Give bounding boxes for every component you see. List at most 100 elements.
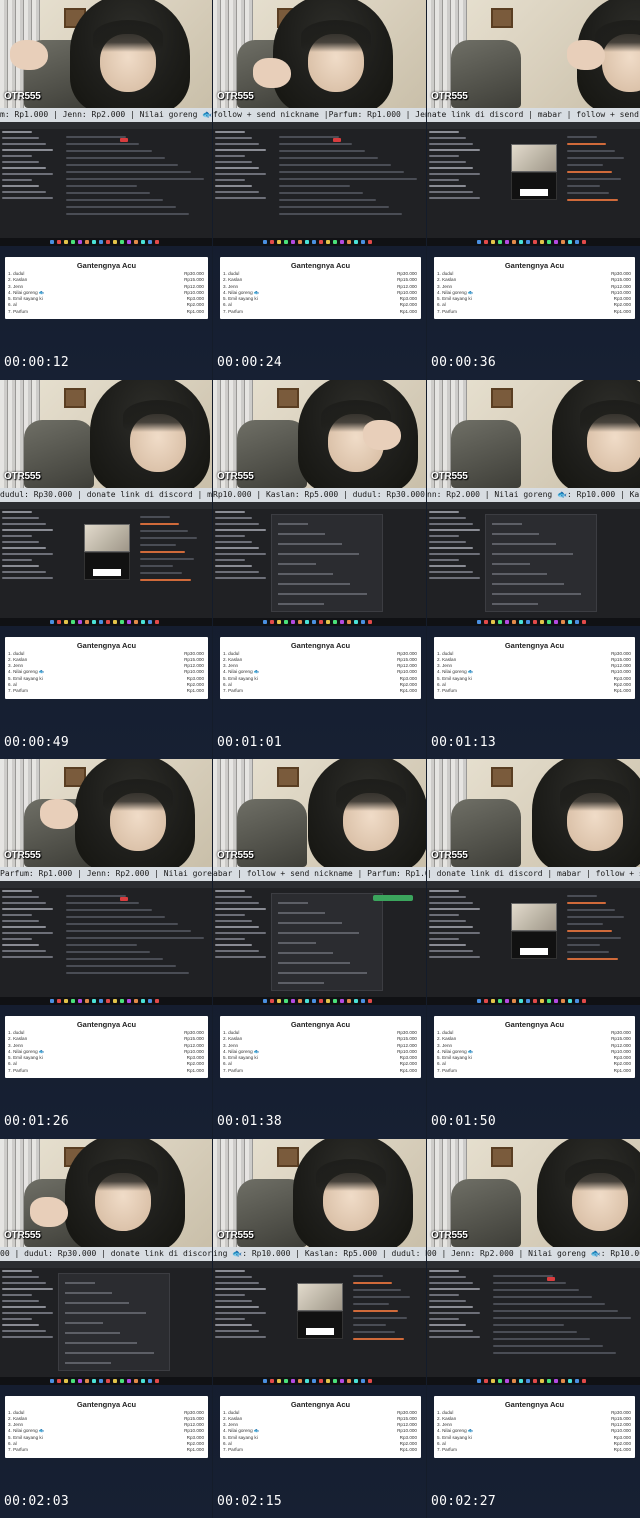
taskbar: [427, 997, 640, 1005]
donor-name: 5. Emil sayang ki: [8, 1055, 43, 1061]
ticker-text: follow + send nickname |Parfum: Rp1.000 …: [213, 110, 426, 119]
leaderboard-row: 7. Parfum Rp1.000: [220, 688, 421, 694]
stream-preview: [511, 144, 557, 172]
bangs-shape: [316, 1158, 386, 1191]
donor-name: 2. Kaslan: [223, 277, 243, 283]
donor-name: 2. Kaslan: [437, 277, 457, 283]
leaderboard-rows: 1. dudul Rp30.000 2. Kaslan Rp15.000 3. Jenn…: [5, 271, 208, 315]
taskbar-app-icon: [71, 999, 75, 1003]
taskbar: [213, 617, 426, 626]
taskbar-app-icon: [127, 1378, 131, 1383]
leaderboard-row: 7. Parfum Rp1.000: [434, 1068, 635, 1074]
hand-shape: [363, 419, 401, 450]
taskbar-app-icon: [340, 1378, 344, 1383]
hand-shape: [30, 1196, 68, 1227]
donor-name: 3. Jenn: [437, 283, 453, 289]
webcam-frame: OTR555: [213, 1138, 426, 1247]
donor-name: 1. dudul: [223, 271, 240, 276]
channel-watermark: OTR555: [431, 1229, 468, 1241]
donor-name: 4. Nilai goreng 🐟: [223, 669, 260, 675]
bangs-shape: [123, 399, 193, 432]
taskbar-app-icon: [505, 1378, 509, 1383]
taskbar-app-icon: [319, 1378, 323, 1383]
taskbar-app-icon: [547, 619, 551, 624]
donor-name: 4. Nilai goreng 🐟: [8, 1048, 45, 1054]
app-sidebar: [429, 131, 489, 221]
donor-name: 1. dudul: [223, 1409, 240, 1415]
frame-timestamp: 00:02:03: [4, 1493, 70, 1509]
live-indicator: [547, 1276, 555, 1281]
donation-ticker: abar | follow + send nickname | Parfum: …: [213, 867, 426, 881]
taskbar-app-icon: [312, 999, 316, 1003]
wall-picture-decor: [491, 1146, 513, 1167]
app-sidebar: [215, 510, 275, 601]
donor-name: 2. Kaslan: [437, 1415, 457, 1421]
taskbar: [213, 238, 426, 246]
wall-picture-decor: [64, 387, 86, 408]
donor-name: 2. Kaslan: [437, 1036, 457, 1042]
taskbar-app-icon: [319, 619, 323, 624]
taskbar-app-icon: [333, 240, 337, 244]
donor-name: 3. Jenn: [223, 283, 239, 289]
taskbar-app-icon: [547, 999, 551, 1003]
donor-name: 3. Jenn: [8, 663, 24, 669]
taskbar-app-icon: [533, 1378, 537, 1383]
taskbar-app-icon: [291, 619, 295, 624]
donor-name: 4. Nilai goreng 🐟: [437, 289, 474, 295]
live-indicator: [120, 138, 128, 142]
leaderboard-title: Gantengnya Acu: [504, 261, 565, 270]
taskbar-app-icon: [106, 240, 110, 244]
donation-ticker: nate link di discord | mabar | follow + …: [427, 108, 640, 122]
app-sidebar: [429, 1269, 489, 1360]
taskbar: [427, 1376, 640, 1385]
donation-amount: Rp1.000: [399, 1447, 417, 1453]
donor-name: 1. dudul: [437, 650, 454, 656]
taskbar-app-icon: [113, 999, 117, 1003]
donor-name: 5. Emil sayang ki: [437, 675, 472, 681]
donor-name: 1. dudul: [223, 650, 240, 656]
taskbar-app-icon: [148, 619, 152, 624]
taskbar-app-icon: [64, 619, 68, 624]
donation-amount: Rp1.000: [613, 1447, 631, 1453]
taskbar-app-icon: [368, 999, 372, 1003]
donor-name: 3. Jenn: [223, 663, 239, 669]
taskbar: [0, 1376, 212, 1385]
leaderboard-title: Gantengnya Acu: [76, 261, 137, 270]
donor-name: 7. Parfum: [8, 1067, 28, 1073]
donor-name: 7. Parfum: [223, 688, 243, 694]
channel-watermark: OTR555: [431, 850, 468, 861]
taskbar-app-icon: [277, 240, 281, 244]
taskbar-app-icon: [127, 240, 131, 244]
taskbar-app-icon: [134, 1378, 138, 1383]
taskbar-app-icon: [361, 619, 365, 624]
taskbar-app-icon: [484, 999, 488, 1003]
bangs-shape: [580, 399, 640, 432]
frame-timestamp: 00:00:49: [4, 734, 70, 750]
taskbar-app-icon: [526, 619, 530, 624]
donor-name: 1. dudul: [8, 650, 25, 656]
taskbar-app-icon: [277, 1378, 281, 1383]
desktop-screen-capture: [427, 122, 640, 246]
taskbar-app-icon: [361, 240, 365, 244]
desktop-screen-capture: [0, 122, 212, 246]
taskbar-app-icon: [134, 619, 138, 624]
taskbar-app-icon: [575, 619, 579, 624]
overlay-preview: [84, 551, 130, 580]
taskbar-app-icon: [498, 240, 502, 244]
stream-preview: [84, 523, 130, 552]
leaderboard-card: Gantengnya Acu 1. dudul Rp30.000 2. Kaslan…: [5, 257, 208, 319]
channel-watermark: OTR555: [431, 91, 468, 102]
taskbar-app-icon: [347, 999, 351, 1003]
taskbar-app-icon: [312, 240, 316, 244]
taskbar-app-icon: [326, 240, 330, 244]
contact-sheet-grid: OTR555 m: Rp1.000 | Jenn: Rp2.000 | Nila…: [0, 0, 640, 1518]
frame-timestamp: 00:02:15: [217, 1493, 283, 1509]
taskbar-app-icon: [354, 1378, 358, 1383]
donor-name: 5. Emil sayang ki: [223, 1055, 258, 1061]
taskbar-app-icon: [298, 240, 302, 244]
taskbar-app-icon: [263, 999, 267, 1003]
taskbar-app-icon: [92, 999, 96, 1003]
channel-watermark: OTR555: [217, 470, 254, 482]
taskbar-app-icon: [347, 619, 351, 624]
taskbar: [0, 238, 212, 246]
